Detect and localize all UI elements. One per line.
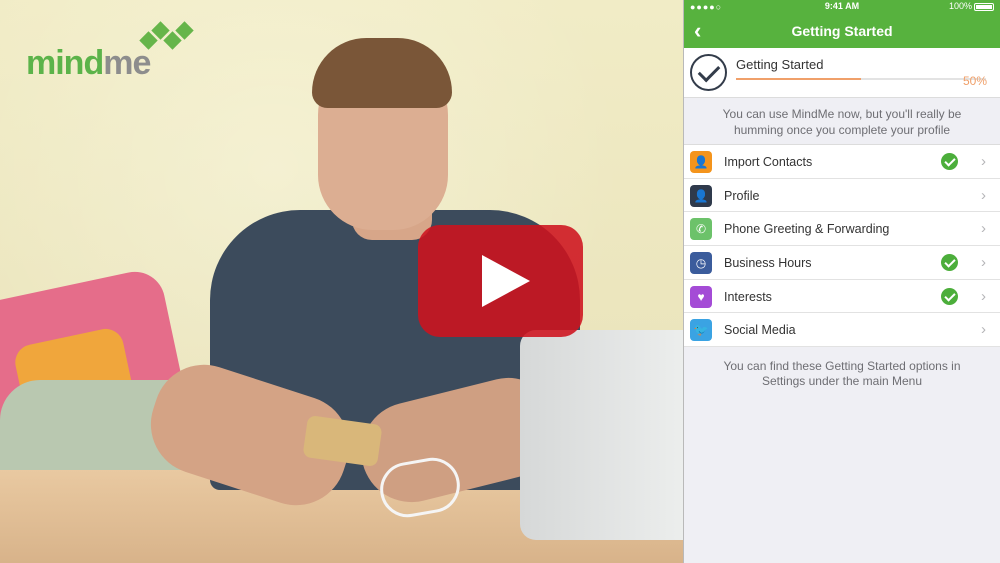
progress-card: Getting Started 50% <box>684 48 1000 98</box>
battery-percent: 100% <box>948 1 972 11</box>
chevron-right-icon: › <box>981 287 986 305</box>
menu-item-label: Business Hours <box>724 256 812 271</box>
heart-icon: ♥ <box>690 285 712 308</box>
setup-menu: 👤 Import Contacts › 👤 Profile › ✆ Phone Greetin… <box>684 144 1000 348</box>
menu-item-label: Interests <box>724 289 772 304</box>
menu-item-label: Social Media <box>724 323 796 338</box>
check-done-icon <box>941 254 958 272</box>
menu-item[interactable]: 👤 Profile › <box>684 179 1000 213</box>
play-button[interactable] <box>418 225 583 337</box>
import-contacts-icon: 👤 <box>690 151 712 173</box>
menu-item[interactable]: 👤 Import Contacts › <box>684 145 1000 179</box>
check-done-icon <box>941 153 958 170</box>
menu-item[interactable]: ♥ Interests › <box>684 280 1000 314</box>
chevron-right-icon: › <box>981 321 986 339</box>
menu-item[interactable]: ✆ Phone Greeting & Forwarding › <box>684 212 1000 247</box>
progress-percent: 50% <box>962 74 987 88</box>
phone-screen: ●●●●○ 9:41 AM 100% ‹ Getting Started Get… <box>683 0 1000 563</box>
checkmark-circle-icon <box>690 54 727 91</box>
logo-text-me: me <box>103 44 151 82</box>
chevron-right-icon: › <box>981 153 986 170</box>
page-title: Getting Started <box>791 23 893 39</box>
logo-wordmark: mindme <box>26 44 151 83</box>
chevron-right-icon: › <box>981 254 986 272</box>
navigation-bar: ‹ Getting Started <box>684 14 1000 48</box>
footer-text: You can find these Getting Started optio… <box>723 359 961 389</box>
progress-label: Getting Started <box>736 57 824 72</box>
menu-item[interactable]: ◷ Business Hours › <box>684 246 1000 280</box>
profile-icon: 👤 <box>690 184 712 207</box>
battery-icon <box>974 2 994 11</box>
laptop <box>520 330 685 540</box>
menu-item[interactable]: 🐦 Social Media › <box>684 313 1000 348</box>
check-done-icon <box>941 287 958 305</box>
twitter-icon: 🐦 <box>690 319 712 342</box>
mindme-logo: mindme <box>26 21 196 83</box>
menu-item-label: Import Contacts <box>724 155 813 169</box>
person-hair <box>312 38 452 108</box>
menu-item-label: Profile <box>724 188 760 203</box>
battery-indicator: 100% <box>949 1 994 11</box>
phone-icon: ✆ <box>690 218 712 241</box>
menu-item-label: Phone Greeting & Forwarding <box>724 222 890 237</box>
chevron-right-icon: › <box>981 186 986 204</box>
logo-text-mind: mind <box>26 44 104 82</box>
clock-icon: ◷ <box>690 252 712 275</box>
intro-text: You can use MindMe now, but you'll reall… <box>722 107 962 137</box>
chevron-right-icon: › <box>981 220 986 238</box>
progress-bar-fill <box>736 78 861 80</box>
status-bar: ●●●●○ 9:41 AM 100% <box>684 0 1000 14</box>
progress-bar <box>736 78 986 80</box>
play-icon <box>482 255 530 307</box>
